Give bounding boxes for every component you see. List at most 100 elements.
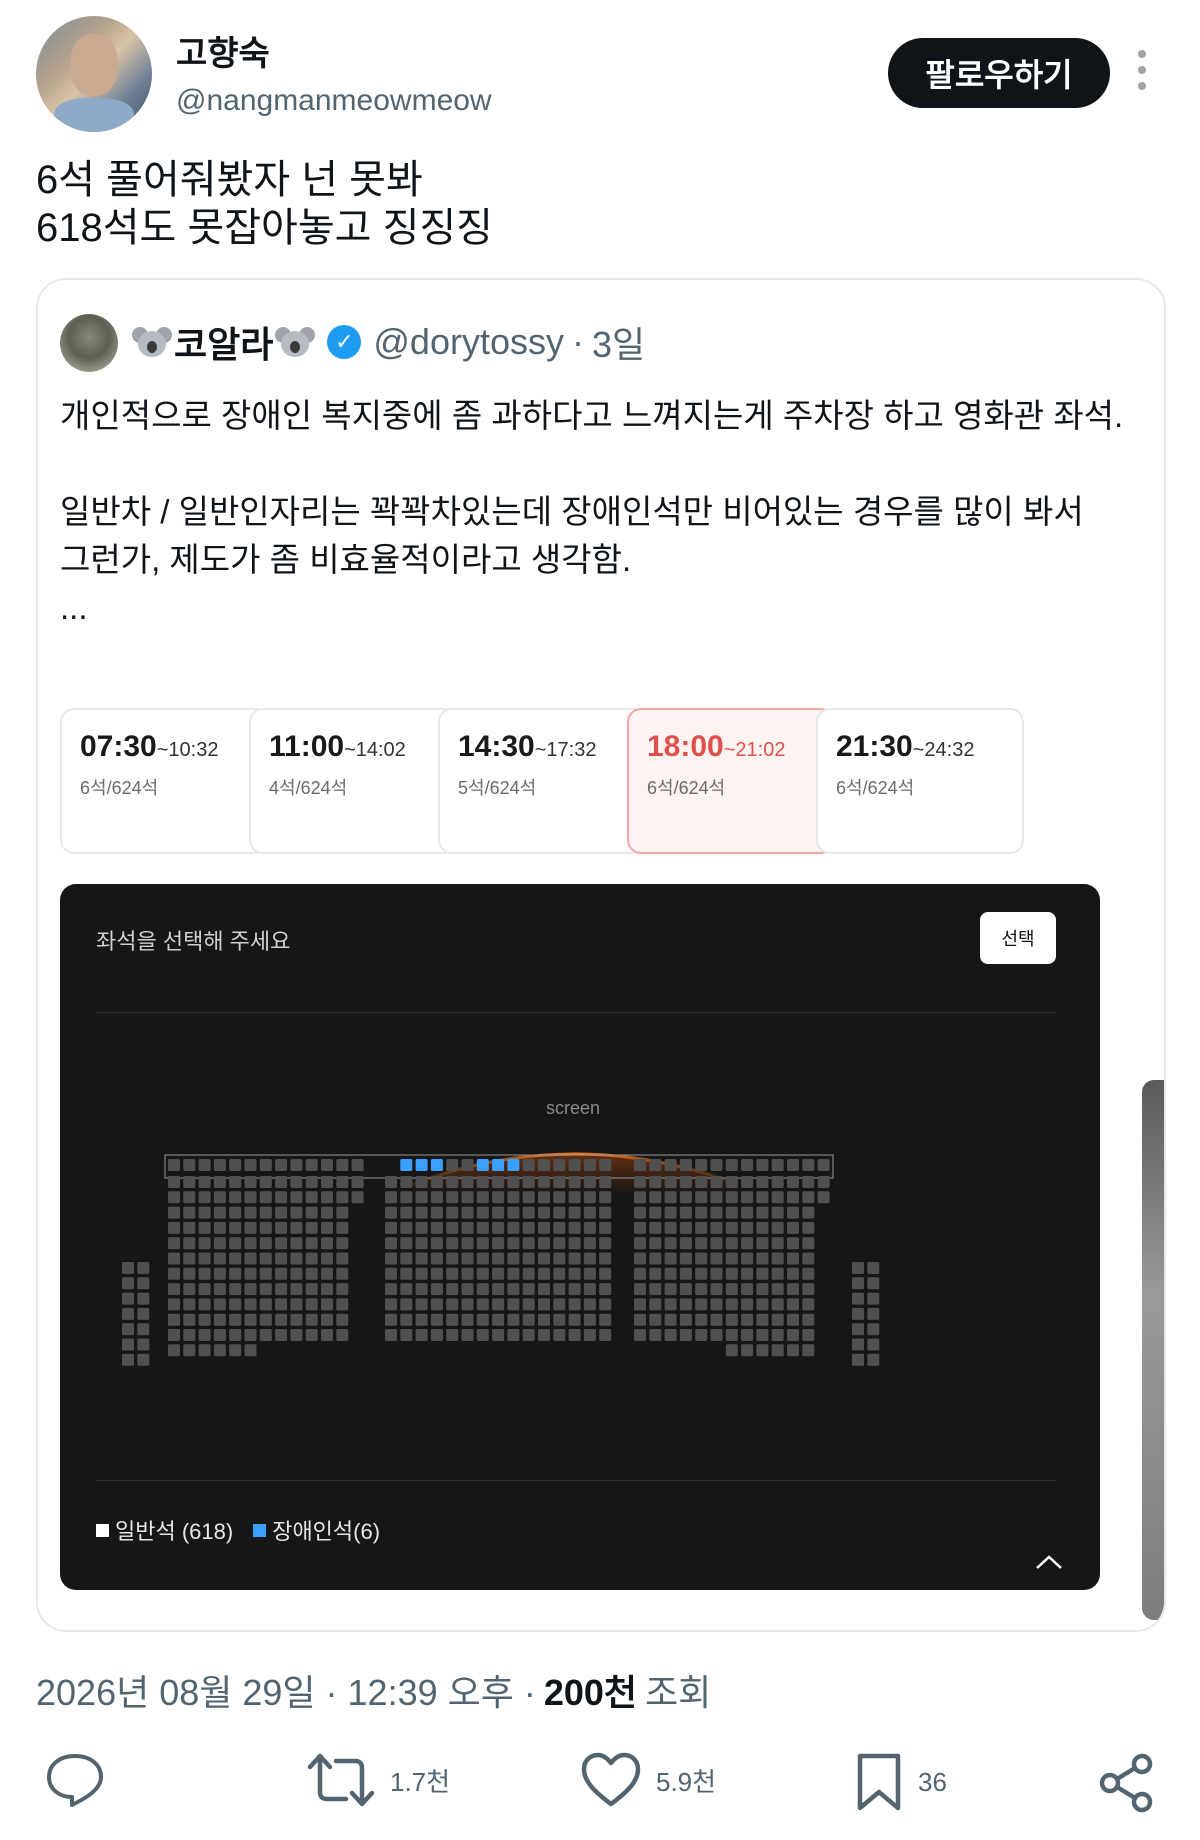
regular-seat[interactable] [599,1237,612,1250]
regular-seat[interactable] [599,1221,612,1234]
regular-seat[interactable] [461,1252,474,1265]
regular-seat[interactable] [538,1191,550,1204]
regular-seat[interactable] [568,1313,581,1326]
follow-button[interactable]: 팔로우하기 [888,38,1110,108]
regular-seat[interactable] [336,1283,349,1296]
regular-seat[interactable] [400,1298,413,1311]
regular-seat[interactable] [634,1221,646,1234]
regular-seat[interactable] [679,1329,692,1341]
regular-seat[interactable] [137,1277,150,1290]
regular-seat[interactable] [583,1221,596,1234]
regular-seat[interactable] [492,1313,505,1326]
regular-seat[interactable] [213,1206,226,1219]
regular-seat[interactable] [583,1191,596,1204]
regular-seat[interactable] [259,1283,272,1296]
regular-seat[interactable] [400,1329,413,1341]
regular-seat[interactable] [679,1159,692,1171]
regular-seat[interactable] [351,1191,364,1204]
regular-seat[interactable] [538,1237,550,1250]
regular-seat[interactable] [168,1298,180,1311]
regular-seat[interactable] [507,1191,520,1204]
regular-seat[interactable] [183,1298,196,1311]
regular-seat[interactable] [168,1344,180,1357]
regular-seat[interactable] [336,1329,349,1341]
regular-seat[interactable] [725,1191,738,1204]
regular-seat[interactable] [538,1206,550,1219]
regular-seat[interactable] [400,1313,413,1326]
regular-seat[interactable] [599,1252,612,1265]
regular-seat[interactable] [213,1221,226,1234]
regular-seat[interactable] [476,1329,489,1341]
regular-seat[interactable] [599,1313,612,1326]
regular-seat[interactable] [321,1206,333,1219]
like-button[interactable]: 5.9천 [580,1752,716,1808]
regular-seat[interactable] [259,1329,272,1341]
regular-seat[interactable] [599,1159,612,1171]
regular-seat[interactable] [538,1176,550,1188]
regular-seat[interactable] [817,1159,830,1171]
regular-seat[interactable] [336,1298,349,1311]
regular-seat[interactable] [787,1159,799,1171]
regular-seat[interactable] [553,1329,566,1341]
regular-seat[interactable] [710,1267,723,1280]
regular-seat[interactable] [802,1206,815,1219]
regular-seat[interactable] [583,1283,596,1296]
regular-seat[interactable] [538,1283,550,1296]
regular-seat[interactable] [415,1283,428,1296]
regular-seat[interactable] [229,1344,242,1357]
regular-seat[interactable] [725,1329,738,1341]
regular-seat[interactable] [664,1176,677,1188]
regular-seat[interactable] [756,1237,769,1250]
regular-seat[interactable] [275,1329,288,1341]
regular-seat[interactable] [634,1329,646,1341]
showtime-slot[interactable]: 11:00~14:02 4석/624석 [249,708,457,854]
regular-seat[interactable] [695,1206,708,1219]
regular-seat[interactable] [756,1313,769,1326]
regular-seat[interactable] [725,1283,738,1296]
regular-seat[interactable] [385,1283,397,1296]
regular-seat[interactable] [568,1267,581,1280]
regular-seat[interactable] [198,1221,211,1234]
disabled-seat[interactable] [400,1159,413,1171]
regular-seat[interactable] [213,1329,226,1341]
regular-seat[interactable] [507,1237,520,1250]
regular-seat[interactable] [679,1298,692,1311]
regular-seat[interactable] [446,1313,459,1326]
reply-button[interactable] [44,1752,106,1808]
regular-seat[interactable] [725,1313,738,1326]
regular-seat[interactable] [198,1206,211,1219]
regular-seat[interactable] [229,1298,242,1311]
regular-seat[interactable] [852,1307,864,1320]
regular-seat[interactable] [538,1159,550,1171]
regular-seat[interactable] [244,1298,257,1311]
regular-seat[interactable] [710,1298,723,1311]
regular-seat[interactable] [430,1329,443,1341]
regular-seat[interactable] [415,1221,428,1234]
regular-seat[interactable] [446,1329,459,1341]
regular-seat[interactable] [538,1267,550,1280]
regular-seat[interactable] [649,1329,662,1341]
regular-seat[interactable] [244,1221,257,1234]
regular-seat[interactable] [290,1298,303,1311]
regular-seat[interactable] [461,1191,474,1204]
regular-seat[interactable] [461,1313,474,1326]
regular-seat[interactable] [446,1176,459,1188]
regular-seat[interactable] [400,1176,413,1188]
regular-seat[interactable] [213,1237,226,1250]
regular-seat[interactable] [213,1298,226,1311]
regular-seat[interactable] [634,1159,646,1171]
regular-seat[interactable] [305,1237,318,1250]
regular-seat[interactable] [725,1298,738,1311]
regular-seat[interactable] [664,1298,677,1311]
regular-seat[interactable] [168,1329,180,1341]
regular-seat[interactable] [695,1329,708,1341]
regular-seat[interactable] [476,1298,489,1311]
regular-seat[interactable] [290,1191,303,1204]
regular-seat[interactable] [430,1283,443,1296]
regular-seat[interactable] [183,1283,196,1296]
regular-seat[interactable] [122,1338,134,1351]
regular-seat[interactable] [244,1206,257,1219]
regular-seat[interactable] [649,1191,662,1204]
regular-seat[interactable] [305,1329,318,1341]
regular-seat[interactable] [259,1267,272,1280]
